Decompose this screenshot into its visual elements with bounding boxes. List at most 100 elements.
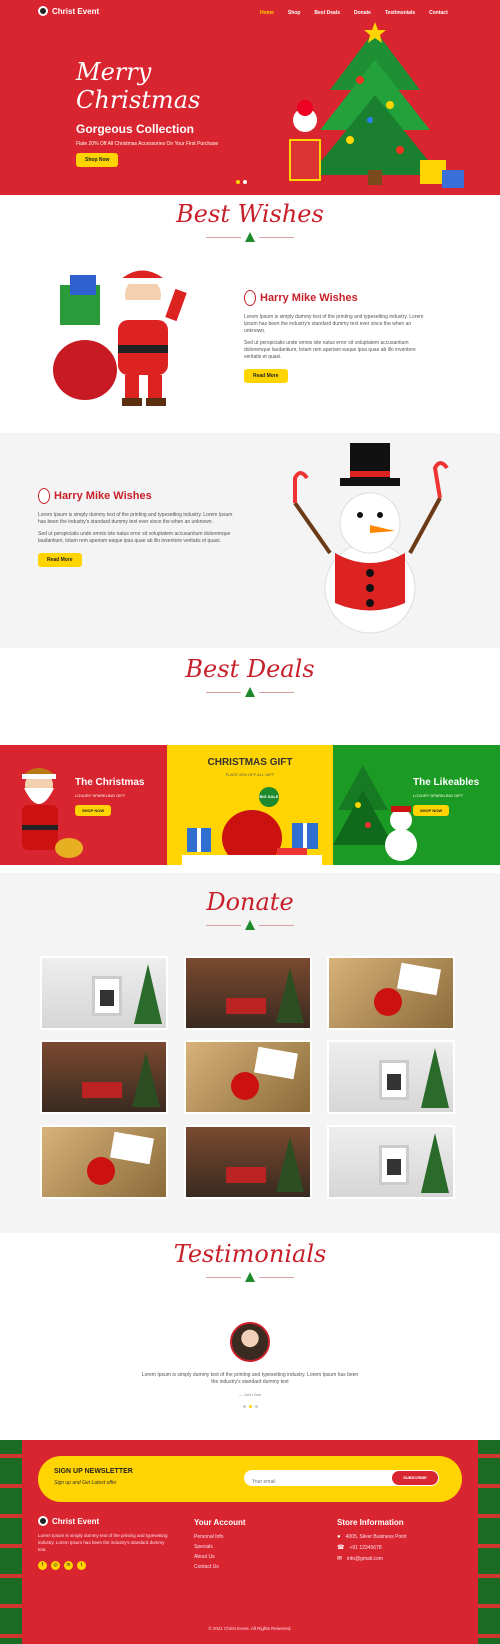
subscribe-button[interactable]: SUBSCRIBE [392,1471,438,1485]
heading-divider [0,232,500,242]
newsletter-form: SUBSCRIBE [244,1470,439,1490]
deal-title: The Likeables [413,777,480,788]
wishes-paragraph: Sed ut perspiciatis unde omnis iste natu… [38,531,231,544]
logo[interactable]: Christ Event [38,6,99,16]
donate-heading-wrap: Donate [0,873,500,930]
gallery-image-cards[interactable] [184,1040,312,1114]
mail-icon: ✉ [337,1556,343,1562]
slider-dot[interactable] [236,180,240,184]
hero-tagline: Flate 20% Off All Christmas Accessories … [76,141,219,147]
facebook-icon[interactable]: f [38,1561,47,1570]
wishes-title: Harry Mike Wishes [54,490,152,502]
santa-logo-icon [38,6,48,16]
best-deals-heading: Best Deals [185,655,315,683]
phone-icon: ☎ [337,1545,345,1551]
footer-link[interactable]: Contact Us [194,1564,304,1570]
santa-logo-icon [38,1516,48,1526]
testimonials-heading: Testimonials [173,1240,327,1268]
snowman-icon [244,290,256,306]
gallery-image-fireplace[interactable] [327,1125,455,1199]
hero-section: Christ Event Home Shop Best Deals Donate… [0,0,500,195]
deal-subtitle: LOXURY SPARKLING GIFT [413,793,464,798]
testimonials-section: Testimonials Lorem Ipsum is simply dummy… [0,1240,500,1435]
footer: SIGN UP NEWSLETTER Sign up and Get Lates… [0,1440,500,1644]
tree-icon [245,232,255,242]
deal-card-gift[interactable]: CHRISTMAS GIFT FLATE 20% OFF ALL GIFT BI… [167,745,333,865]
garland-left-decoration [0,1440,22,1644]
snowman-icon [38,488,50,504]
deal-subtitle: LOXURY SPARKLING GIFT [75,793,126,798]
footer-store: Store Information ● 4005, Silver Busines… [337,1518,467,1562]
deal-subtitle: FLATE 20% OFF ALL GIFT [225,772,275,777]
footer-about: Christ Event Lorem Ipsum is simply dummy… [38,1516,168,1570]
wishes-grey-section: Harry Mike Wishes Lorem Ipsum is simply … [0,433,500,648]
wishes-block-2: Harry Mike Wishes Lorem Ipsum is simply … [38,488,238,567]
nav-testimonials[interactable]: Testimonials [385,10,415,16]
newsletter-bar: SIGN UP NEWSLETTER Sign up and Get Lates… [38,1456,462,1502]
footer-link[interactable]: About Us [194,1554,304,1560]
heading-divider [0,1272,500,1282]
brand-name: Christ Event [52,6,100,16]
testimonial-dots[interactable] [0,1405,500,1408]
store-phone[interactable]: +91 12345678 [349,1545,381,1551]
footer-account-title: Your Account [194,1518,246,1527]
nav-shop[interactable]: Shop [288,10,301,16]
twitter-icon[interactable]: t [77,1561,86,1570]
read-more-button[interactable]: Read More [244,369,288,383]
hero-subtitle: Gorgeous Collection [76,122,195,136]
deal-shop-button[interactable]: SHOP NOW [75,805,112,816]
gallery-image-fireplace[interactable] [40,956,168,1030]
footer-link[interactable]: Personal Info [194,1534,304,1540]
best-deals-heading-wrap: Best Deals [0,655,500,697]
read-more-button[interactable]: Read More [38,553,82,567]
garland-right-decoration [478,1440,500,1644]
deal-shop-button[interactable]: SHOP NOW [413,805,450,816]
footer-about-text: Lorem Ipsum is simply dummy text of the … [38,1533,168,1552]
deal-card-likeables[interactable]: The Likeables LOXURY SPARKLING GIFT SHOP… [333,745,500,865]
wishes-paragraph: Lorem Ipsum is simply dummy text of the … [38,512,233,525]
heading-divider [0,920,500,930]
nav-donate[interactable]: Donate [354,10,371,16]
nav-contact[interactable]: Contact [429,10,448,16]
linkedin-icon[interactable]: in [64,1561,73,1570]
donate-heading: Donate [206,888,294,916]
footer-store-title: Store Information [337,1518,404,1527]
heading-divider [0,687,500,697]
slider-dots[interactable] [236,180,247,184]
best-wishes-heading-wrap: Best Wishes [0,200,500,242]
hero-shop-button[interactable]: Shop Now [76,153,119,167]
social-icons: f ◎ in t [38,1561,168,1570]
snowman-illustration [293,443,449,634]
slider-dot[interactable] [243,180,247,184]
wishes-paragraph: Lorem Ipsum is simply dummy text of the … [244,314,424,334]
nav-home[interactable]: Home [260,10,274,16]
testimonial-dot[interactable] [242,1405,246,1408]
newsletter-email-input[interactable] [244,1474,389,1490]
gallery-image-cards[interactable] [327,956,455,1030]
hero-title-line2: Christmas [76,86,201,114]
deal-title: The Christmas [75,777,145,788]
nav-best-deals[interactable]: Best Deals [314,10,340,16]
testimonial-avatar [230,1322,270,1362]
testimonial-dot[interactable] [254,1405,258,1408]
santa-illustration [53,270,187,406]
donate-section: Donate [0,873,500,1233]
testimonial-quote: Lorem Ipsum is simply dummy text of the … [141,1372,359,1385]
wishes-title: Harry Mike Wishes [260,292,358,304]
gallery-image-truck[interactable] [184,956,312,1030]
gallery-image-fireplace[interactable] [327,1040,455,1114]
footer-brand: Christ Event [52,1516,100,1526]
gift-sack-illustration [182,810,322,865]
deal-card-christmas[interactable]: The Christmas LOXURY SPARKLING GIFT SHOP… [0,745,167,865]
hero-title-line1: Merry [76,58,152,86]
instagram-icon[interactable]: ◎ [51,1561,60,1570]
hero-title: Merry Christmas [76,58,200,114]
testimonial-dot[interactable] [248,1405,252,1408]
tree-icon [245,920,255,930]
gallery-image-truck[interactable] [40,1040,168,1114]
gallery-image-cards[interactable] [40,1125,168,1199]
store-email[interactable]: info@gmail.com [347,1556,383,1562]
newsletter-title: SIGN UP NEWSLETTER [54,1468,133,1475]
gallery-image-truck[interactable] [184,1125,312,1199]
footer-link[interactable]: Specials [194,1544,304,1550]
